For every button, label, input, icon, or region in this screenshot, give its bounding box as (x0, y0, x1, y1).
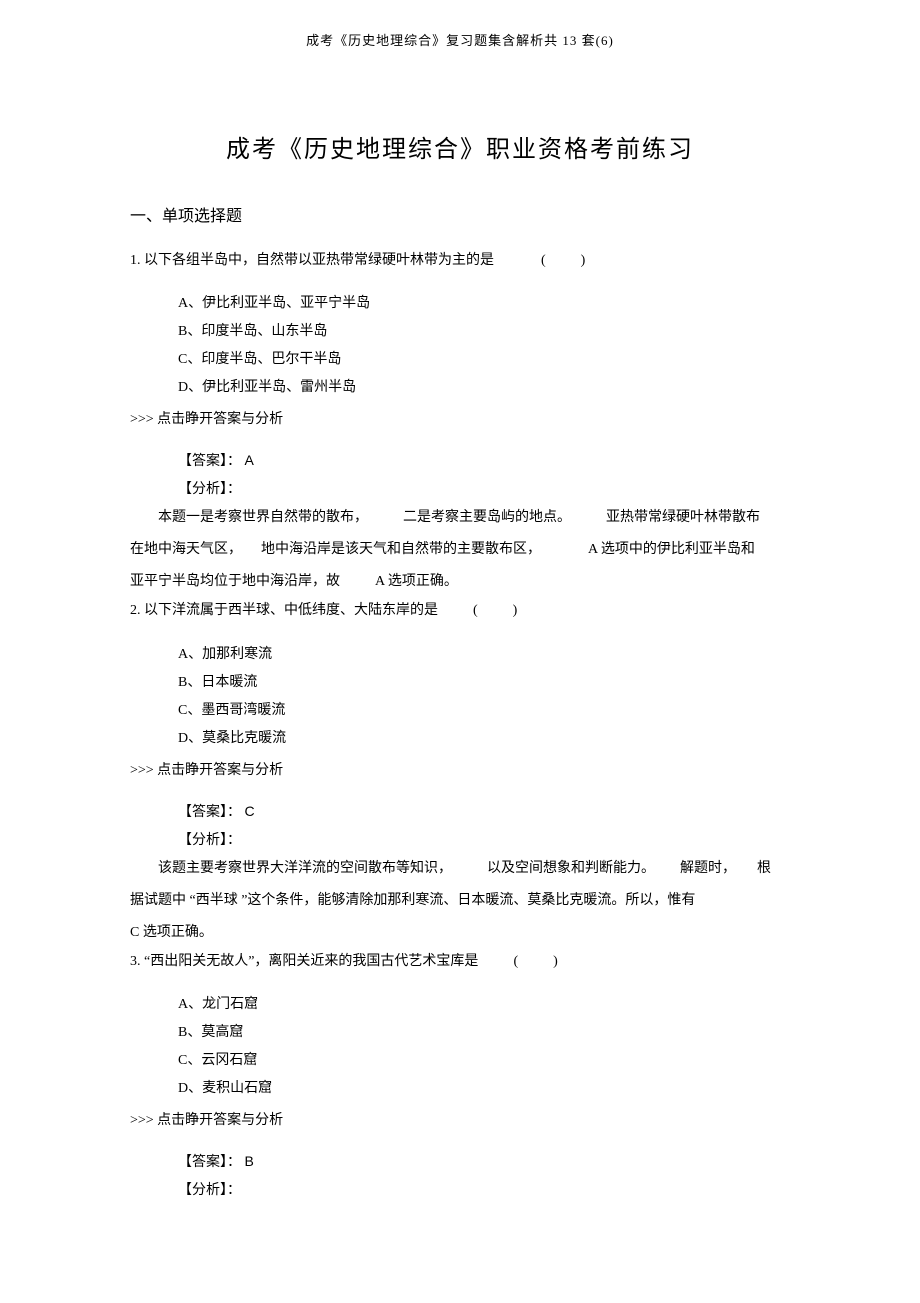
analysis-seg: 解题时， (680, 861, 736, 876)
analysis-seg: 根 (757, 861, 771, 876)
option-a[interactable]: A、龙门石窟 (178, 991, 790, 1019)
question-text: 以下洋流属于西半球、中低纬度、大陆东岸的是 (144, 603, 438, 618)
analysis-text: C 选项正确。 (130, 919, 790, 947)
question-number: 2. (130, 603, 141, 618)
toggle-answer[interactable]: >>> 点击睁开答案与分析 (130, 759, 790, 779)
paren-close: ) (513, 603, 518, 618)
option-d[interactable]: D、莫桑比克暖流 (178, 725, 790, 753)
analysis-prefix: 【分析】： (178, 476, 790, 504)
answer-prefix: 【答案】： (178, 1155, 241, 1170)
option-c[interactable]: C、墨西哥湾暖流 (178, 697, 790, 725)
answer-value: B (245, 1153, 254, 1169)
toggle-answer[interactable]: >>> 点击睁开答案与分析 (130, 1109, 790, 1129)
section-heading: 一、单项选择题 (130, 202, 790, 226)
analysis-text: 在地中海天气区， 地中海沿岸是该天气和自然带的主要散布区， A 选项中的伊比利亚… (130, 536, 790, 564)
answer-value: C (245, 803, 255, 819)
paren-open: ( (541, 253, 546, 268)
question-number: 3. (130, 954, 141, 969)
analysis-seg: 本题一是考察世界自然带的散布， (158, 510, 368, 525)
answer-line: 【答案】： C (178, 797, 790, 827)
question-stem: 2. 以下洋流属于西半球、中低纬度、大陆东岸的是 ( ) (130, 600, 790, 622)
paren-open: ( (473, 603, 478, 618)
analysis-prefix: 【分析】： (178, 1177, 790, 1205)
analysis-seg: 二是考察主要岛屿的地点。 (403, 510, 571, 525)
analysis-text: 该题主要考察世界大洋洋流的空间散布等知识， 以及空间想象和判断能力。 解题时， … (130, 855, 790, 883)
analysis-seg: 亚热带常绿硬叶林带散布 (606, 510, 760, 525)
question-stem: 3. “西出阳关无故人”，离阳关近来的我国古代艺术宝库是 ( ) (130, 951, 790, 973)
question-text: 以下各组半岛中，自然带以亚热带常绿硬叶林带为主的是 (144, 253, 494, 268)
page-title: 成考《历史地理综合》职业资格考前练习 (130, 129, 790, 164)
analysis-prefix: 【分析】： (178, 827, 790, 855)
question-number: 1. (130, 253, 141, 268)
analysis-seg: A 选项正确。 (375, 574, 458, 589)
analysis-text: 亚平宁半岛均位于地中海沿岸，故 A 选项正确。 (130, 568, 790, 596)
option-c[interactable]: C、云冈石窟 (178, 1047, 790, 1075)
analysis-seg: 该题主要考察世界大洋洋流的空间散布等知识， (158, 861, 452, 876)
option-b[interactable]: B、莫高窟 (178, 1019, 790, 1047)
paren-open: ( (513, 954, 518, 969)
question-stem: 1. 以下各组半岛中，自然带以亚热带常绿硬叶林带为主的是 ( ) (130, 250, 790, 272)
page: 成考《历史地理综合》复习题集含解析共 13 套(6) 成考《历史地理综合》职业资… (0, 0, 920, 1265)
answer-line: 【答案】： A (178, 446, 790, 476)
analysis-text: 本题一是考察世界自然带的散布， 二是考察主要岛屿的地点。 亚热带常绿硬叶林带散布 (130, 504, 790, 532)
option-d[interactable]: D、麦积山石窟 (178, 1075, 790, 1103)
analysis-seg: 在地中海天气区， (130, 542, 242, 557)
analysis-text: 据试题中 “西半球 ”这个条件，能够清除加那利寒流、日本暖流、莫桑比克暖流。所以… (130, 887, 790, 915)
toggle-answer[interactable]: >>> 点击睁开答案与分析 (130, 408, 790, 428)
option-d[interactable]: D、伊比利亚半岛、雷州半岛 (178, 374, 790, 402)
option-a[interactable]: A、伊比利亚半岛、亚平宁半岛 (178, 290, 790, 318)
answer-prefix: 【答案】： (178, 805, 241, 820)
answer-prefix: 【答案】： (178, 454, 241, 469)
analysis-seg: 亚平宁半岛均位于地中海沿岸，故 (130, 574, 340, 589)
option-b[interactable]: B、印度半岛、山东半岛 (178, 318, 790, 346)
answer-value: A (245, 452, 254, 468)
running-header: 成考《历史地理综合》复习题集含解析共 13 套(6) (130, 30, 790, 49)
question-text: “西出阳关无故人”，离阳关近来的我国古代艺术宝库是 (144, 954, 478, 969)
option-a[interactable]: A、加那利寒流 (178, 641, 790, 669)
analysis-seg: 以及空间想象和判断能力。 (487, 861, 655, 876)
paren-close: ) (581, 253, 586, 268)
option-c[interactable]: C、印度半岛、巴尔干半岛 (178, 346, 790, 374)
analysis-seg: 地中海沿岸是该天气和自然带的主要散布区， (261, 542, 541, 557)
option-b[interactable]: B、日本暖流 (178, 669, 790, 697)
answer-line: 【答案】： B (178, 1147, 790, 1177)
analysis-seg: A 选项中的伊比利亚半岛和 (588, 542, 755, 557)
paren-close: ) (553, 954, 558, 969)
